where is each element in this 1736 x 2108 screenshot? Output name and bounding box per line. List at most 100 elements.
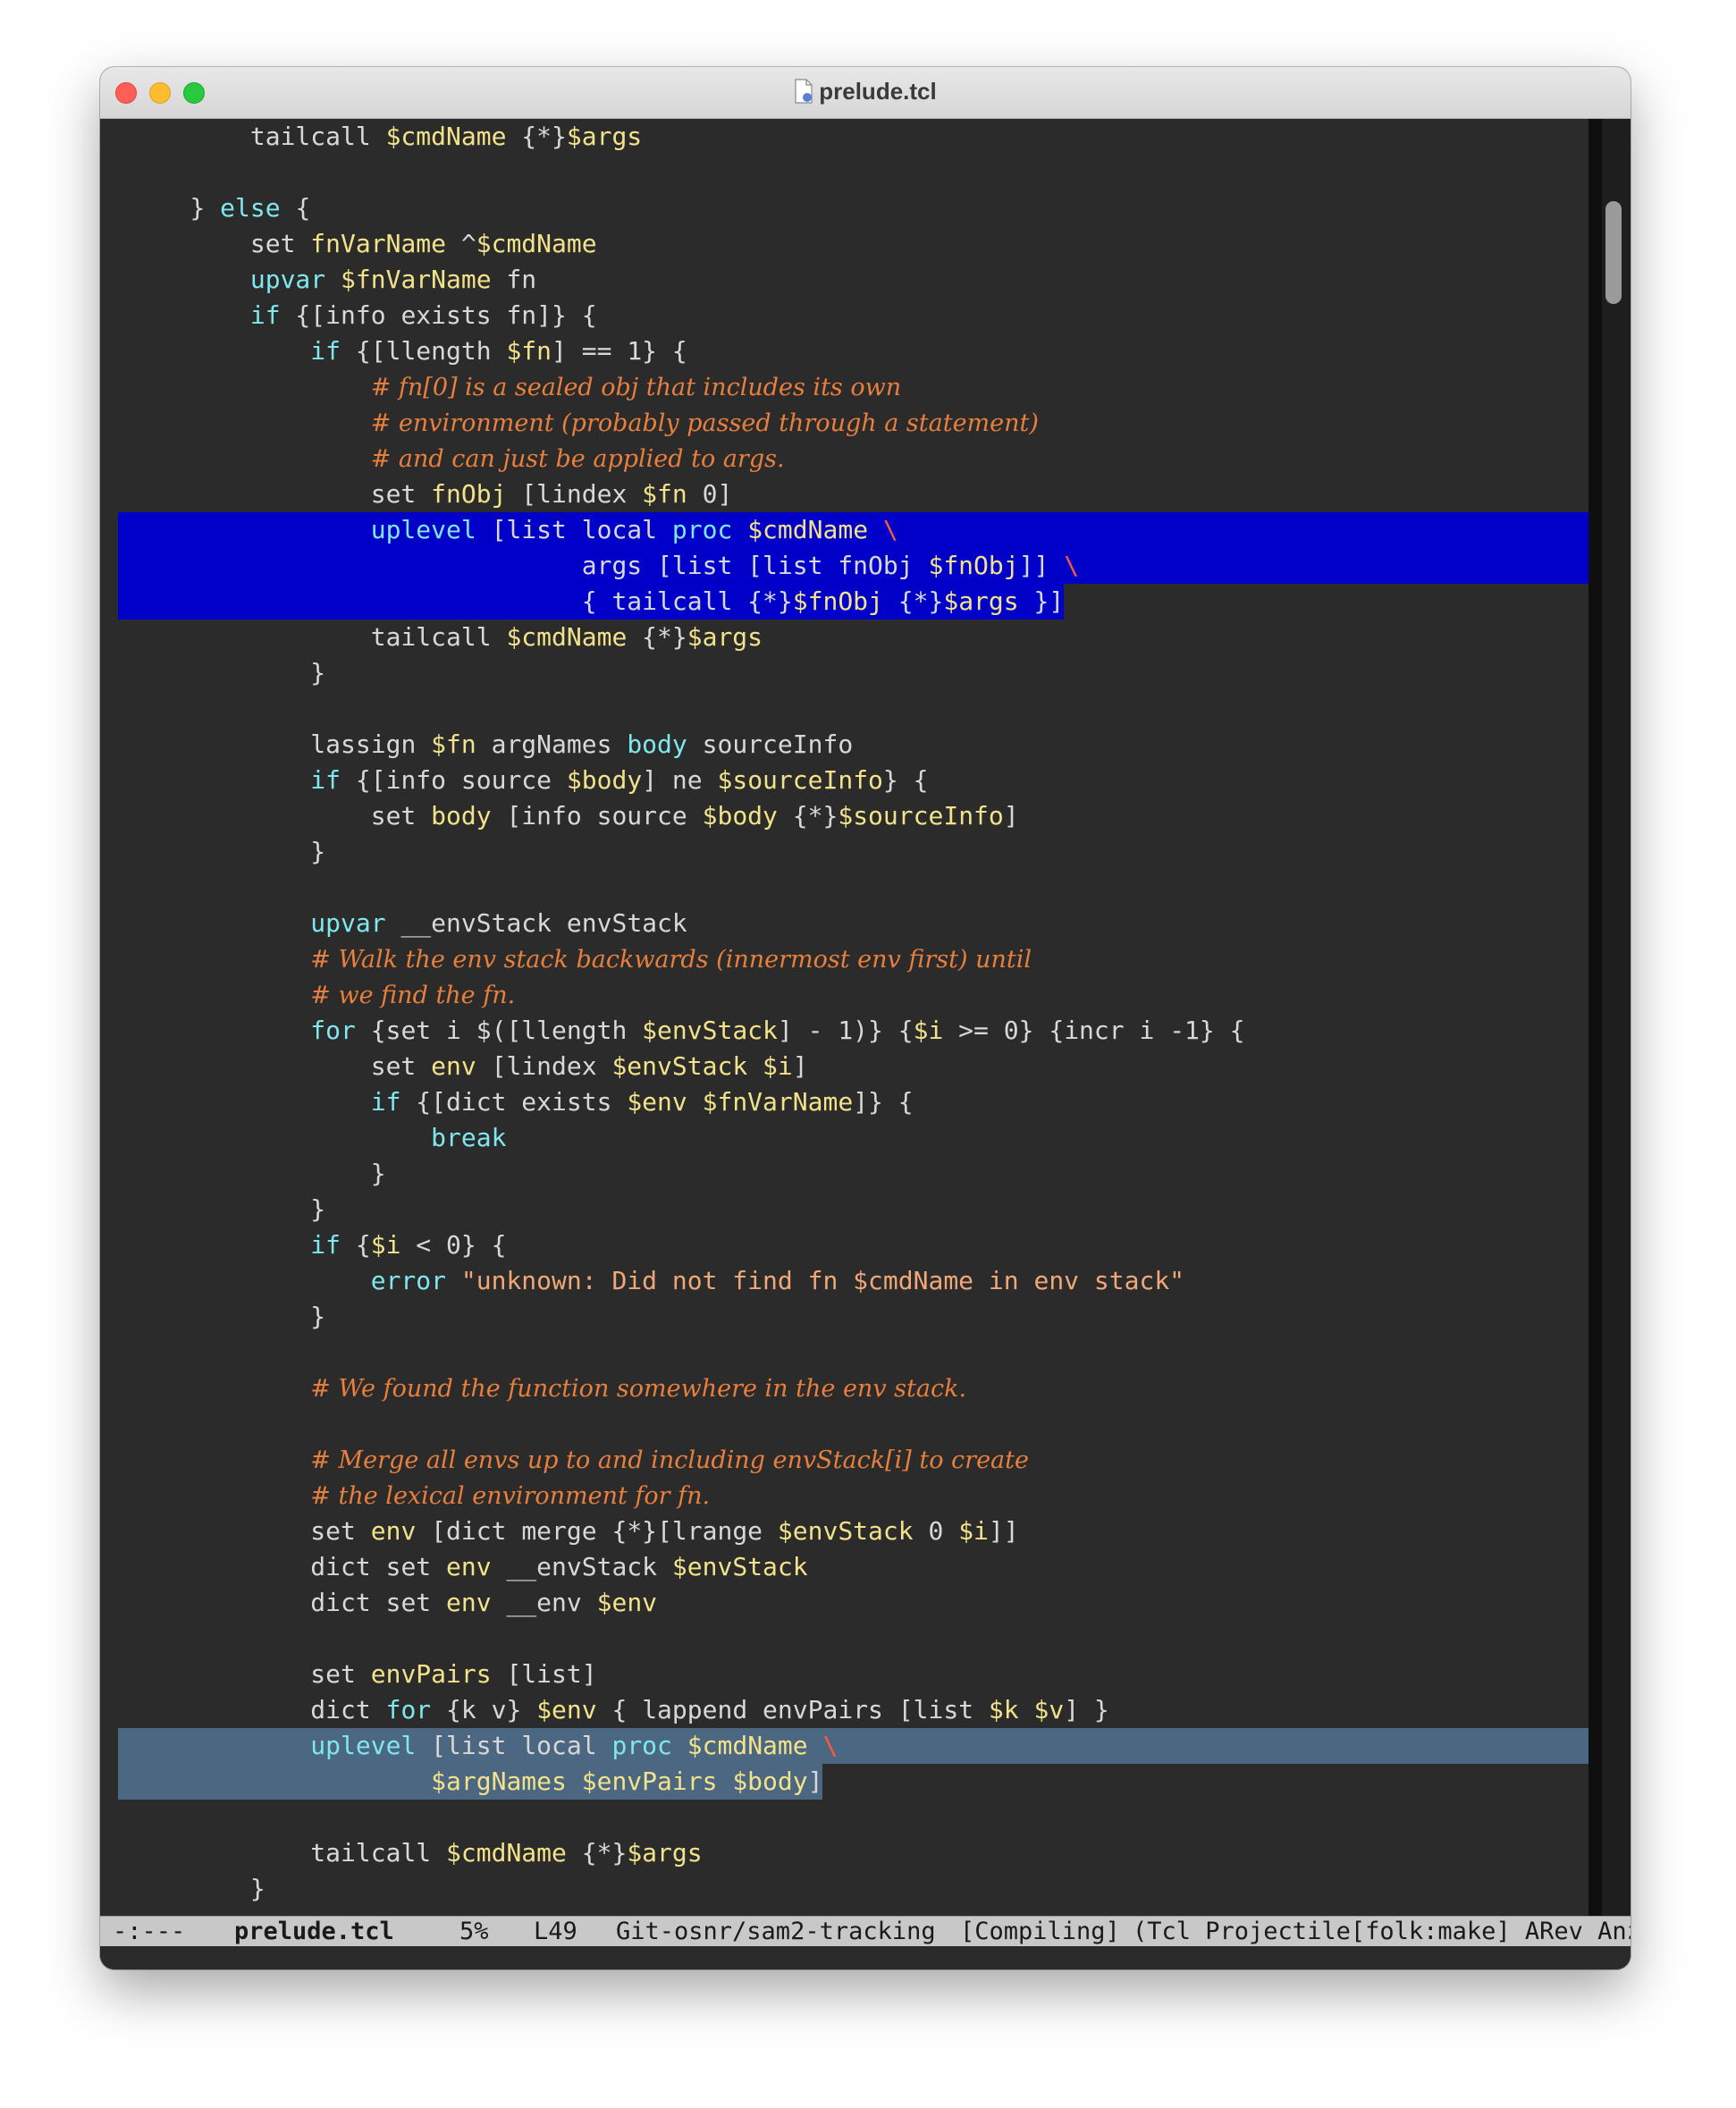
code-token: proc bbox=[671, 515, 733, 544]
code-token: dict set bbox=[310, 1552, 447, 1581]
code-token: for bbox=[385, 1695, 432, 1724]
code-token: [list local bbox=[476, 515, 672, 544]
code-token: $i bbox=[763, 1051, 793, 1081]
code-token: } bbox=[190, 193, 221, 223]
code-line[interactable]: # environment (probably passed through a… bbox=[118, 405, 1589, 441]
code-token: $envStack bbox=[671, 1552, 808, 1581]
code-line[interactable]: { tailcall {*}$fnObj {*}$args }] bbox=[118, 584, 1589, 620]
code-line[interactable]: set env [lindex $envStack $i] bbox=[118, 1049, 1589, 1084]
code-line[interactable]: set fnObj [lindex $fn 0] bbox=[118, 476, 1589, 512]
code-token: $args bbox=[943, 586, 1019, 616]
code-token: proc bbox=[611, 1731, 672, 1760]
code-token: set bbox=[370, 1051, 432, 1081]
code-line[interactable]: set body [info source $body {*}$sourceIn… bbox=[118, 798, 1589, 834]
code-line[interactable]: set envPairs [list] bbox=[118, 1657, 1589, 1692]
code-token: if bbox=[310, 336, 341, 366]
code-line[interactable]: upvar $fnVarName fn bbox=[118, 262, 1589, 298]
code-line[interactable]: # the lexical environment for fn. bbox=[118, 1478, 1589, 1514]
code-line[interactable]: } bbox=[118, 655, 1589, 691]
code-line[interactable]: uplevel [list local proc $cmdName \ bbox=[118, 1728, 1589, 1764]
code-line[interactable]: } bbox=[118, 1871, 1589, 1907]
code-text: } bbox=[130, 834, 325, 870]
code-line[interactable]: # We found the function somewhere in the… bbox=[118, 1370, 1589, 1406]
code-line[interactable]: uplevel [list local proc $cmdName \ bbox=[118, 512, 1589, 548]
document-icon bbox=[795, 79, 813, 104]
code-token: set bbox=[310, 1516, 371, 1546]
code-line[interactable]: } bbox=[118, 834, 1589, 870]
code-token: # Merge all envs up to and including env… bbox=[310, 1446, 1029, 1474]
code-line[interactable] bbox=[118, 155, 1589, 190]
code-token: {set i $([llength bbox=[355, 1016, 643, 1045]
code-line[interactable]: upvar __envStack envStack bbox=[118, 906, 1589, 941]
code-line[interactable]: tailcall $cmdName {*}$args bbox=[118, 119, 1589, 155]
modeline-modes[interactable]: (Tcl Projectile[folk:make] ARev Anz bbox=[1133, 1917, 1631, 1947]
code-line[interactable] bbox=[118, 1335, 1589, 1370]
code-line[interactable]: if {[info source $body] ne $sourceInfo} … bbox=[118, 763, 1589, 798]
code-line[interactable]: for {set i $([llength $envStack] - 1)} {… bbox=[118, 1013, 1589, 1049]
code-line[interactable]: } bbox=[118, 1192, 1589, 1227]
code-line[interactable]: dict set env __envStack $envStack bbox=[118, 1549, 1589, 1585]
code-line[interactable]: dict set env __env $env bbox=[118, 1585, 1589, 1621]
code-token: $i bbox=[913, 1016, 944, 1045]
code-text: if {[info exists fn]} { bbox=[130, 298, 597, 333]
code-token: # we find the fn. bbox=[310, 982, 516, 1009]
code-token: set bbox=[370, 801, 432, 831]
code-line[interactable]: lassign $fn argNames body sourceInfo bbox=[118, 727, 1589, 763]
code-line[interactable]: error "unknown: Did not find fn $cmdName… bbox=[118, 1263, 1589, 1299]
code-text: # We found the function somewhere in the… bbox=[130, 1370, 966, 1407]
code-text: } bbox=[130, 1156, 386, 1192]
code-line[interactable]: if {$i < 0} { bbox=[118, 1227, 1589, 1263]
code-text: } bbox=[130, 1192, 325, 1227]
code-line[interactable]: } bbox=[118, 1299, 1589, 1335]
code-token: set bbox=[370, 479, 432, 509]
code-line[interactable]: if {[llength $fn] == 1} { bbox=[118, 333, 1589, 369]
code-text: # environment (probably passed through a… bbox=[130, 405, 1039, 442]
code-token: error bbox=[370, 1266, 447, 1295]
code-line[interactable]: dict for {k v} $env { lappend envPairs [… bbox=[118, 1692, 1589, 1728]
code-line[interactable]: if {[info exists fn]} { bbox=[118, 298, 1589, 333]
code-text: set env [lindex $envStack $i] bbox=[130, 1049, 808, 1084]
code-text: error "unknown: Did not find fn $cmdName… bbox=[130, 1263, 1184, 1299]
code-text: dict set env __envStack $envStack bbox=[130, 1549, 808, 1585]
code-line[interactable]: tailcall $cmdName {*}$args bbox=[118, 620, 1589, 655]
code-token: body bbox=[431, 801, 492, 831]
code-text: } bbox=[130, 655, 325, 691]
modeline-vcs[interactable]: Git-osnr/sam2-tracking bbox=[616, 1917, 936, 1947]
code-editor[interactable]: tailcall $cmdName {*}$args } else { set … bbox=[118, 119, 1589, 1916]
code-line[interactable]: tailcall $cmdName {*}$args bbox=[118, 1835, 1589, 1871]
code-line[interactable] bbox=[118, 870, 1589, 906]
code-line[interactable] bbox=[118, 1800, 1589, 1835]
code-token: # the lexical environment for fn. bbox=[310, 1482, 711, 1510]
code-text: uplevel [list local proc $cmdName \ bbox=[130, 512, 898, 548]
code-token: upvar bbox=[249, 265, 326, 294]
vertical-scrollbar[interactable] bbox=[1602, 119, 1631, 1916]
code-line[interactable]: # and can just be applied to args. bbox=[118, 441, 1589, 476]
code-line[interactable]: # Merge all envs up to and including env… bbox=[118, 1442, 1589, 1478]
code-line[interactable]: if {[dict exists $env $fnVarName]} { bbox=[118, 1084, 1589, 1120]
code-token: ] ne bbox=[642, 765, 718, 795]
code-line[interactable]: break bbox=[118, 1120, 1589, 1156]
scrollbar-thumb[interactable] bbox=[1605, 201, 1622, 304]
code-line[interactable]: # we find the fn. bbox=[118, 977, 1589, 1013]
code-line[interactable] bbox=[118, 1621, 1589, 1657]
code-text: dict for {k v} $env { lappend envPairs [… bbox=[130, 1692, 1109, 1728]
modeline-filename[interactable]: prelude.tcl bbox=[234, 1917, 394, 1947]
code-line[interactable]: $argNames $envPairs $body] bbox=[118, 1764, 1589, 1800]
code-text: # we find the fn. bbox=[130, 977, 515, 1014]
code-line[interactable] bbox=[118, 691, 1589, 727]
code-line[interactable]: set fnVarName ^$cmdName bbox=[118, 226, 1589, 262]
code-token: $envStack bbox=[777, 1516, 914, 1546]
code-token: $cmdName bbox=[476, 229, 597, 258]
code-line[interactable]: } bbox=[118, 1156, 1589, 1192]
code-token: \ bbox=[882, 515, 898, 544]
code-line[interactable]: args [list [list fnObj $fnObj]] \ bbox=[118, 548, 1589, 584]
code-line[interactable]: } else { bbox=[118, 190, 1589, 226]
code-line[interactable] bbox=[118, 1406, 1589, 1442]
code-line[interactable]: # fn[0] is a sealed obj that includes it… bbox=[118, 369, 1589, 405]
code-token: $cmdName bbox=[506, 622, 628, 652]
code-line[interactable]: set env [dict merge {*}[lrange $envStack… bbox=[118, 1514, 1589, 1549]
code-token: $fnObj bbox=[928, 551, 1019, 580]
code-token: if bbox=[249, 300, 281, 330]
code-line[interactable]: # Walk the env stack backwards (innermos… bbox=[118, 941, 1589, 977]
